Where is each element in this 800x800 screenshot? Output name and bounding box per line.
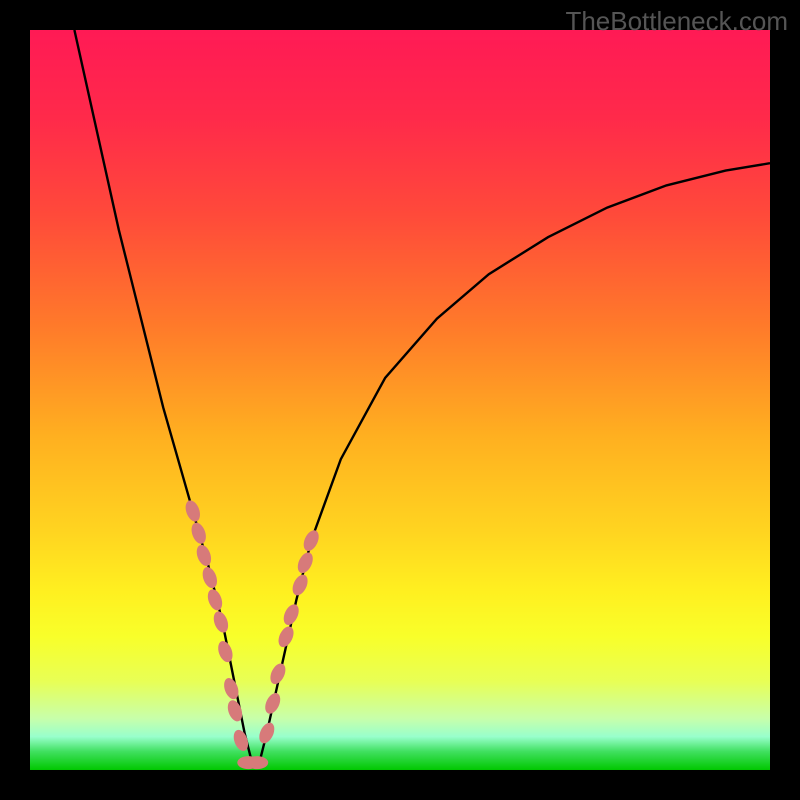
- chart-svg: [30, 30, 770, 770]
- watermark-text: TheBottleneck.com: [565, 6, 788, 37]
- marker-point: [246, 756, 268, 769]
- gradient-background: [30, 30, 770, 770]
- chart-container: TheBottleneck.com: [0, 0, 800, 800]
- plot-area: [30, 30, 770, 770]
- green-zone: [30, 749, 770, 770]
